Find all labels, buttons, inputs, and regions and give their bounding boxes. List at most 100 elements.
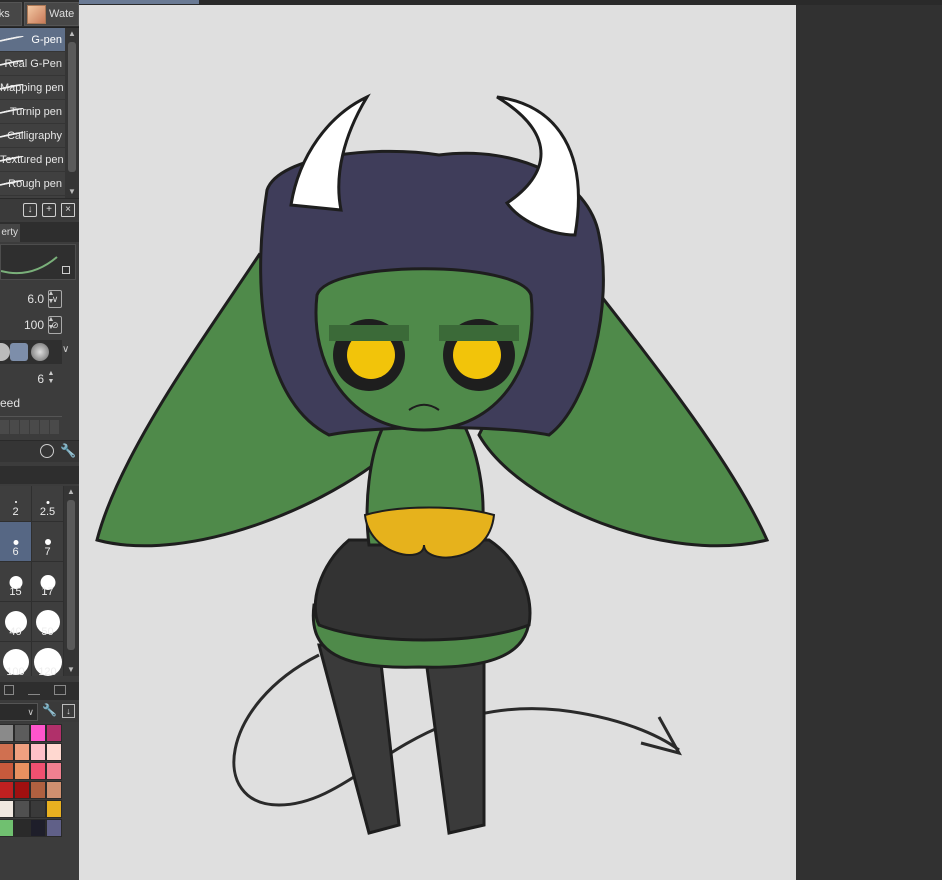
color-swatch[interactable] (0, 800, 14, 818)
brush-size-cell[interactable]: 6 (0, 522, 32, 562)
brush-tip-shapes (0, 340, 62, 364)
color-swatch[interactable] (30, 724, 46, 742)
tip-blur-icon[interactable] (31, 343, 49, 361)
color-swatch[interactable] (30, 819, 46, 837)
brush-size-value[interactable]: 6.0 (27, 292, 44, 306)
brush-size-label: 2.5 (39, 506, 56, 518)
color-swatch[interactable] (30, 781, 46, 799)
brush-item-real-g-pen[interactable]: Real G-Pen (0, 52, 65, 76)
brush-size-label: 2 (12, 506, 19, 518)
pressure-toggle-icon[interactable]: ∨ (48, 290, 62, 308)
opacity-row: 100 ▲ ▼ ⊘ (0, 314, 79, 336)
tab-watercolor[interactable]: Wate (24, 2, 79, 26)
wrench-icon[interactable]: 🔧 (42, 703, 57, 717)
color-swatch[interactable] (14, 781, 30, 799)
chevron-up-icon[interactable]: ▲ (64, 486, 78, 498)
tab-tool-property-label: erty (1, 227, 18, 238)
mountain-icon[interactable] (28, 685, 40, 695)
brush-item-mapping-pen[interactable]: Mapping pen (0, 76, 65, 100)
brush-size-label: 50 (41, 626, 54, 638)
color-swatch[interactable] (30, 762, 46, 780)
brush-size-label: 100 (6, 666, 25, 676)
sub-tool-list: G-pen Real G-Pen Mapping pen Turnip pen … (0, 28, 65, 198)
import-icon[interactable]: ↓ (23, 203, 37, 217)
tip-soft-selected-icon[interactable] (10, 343, 28, 361)
wrench-icon[interactable]: 🔧 (60, 443, 76, 459)
color-swatch[interactable] (14, 800, 30, 818)
color-swatch[interactable] (0, 781, 14, 799)
color-swatch[interactable] (0, 819, 14, 837)
chevron-down-icon[interactable]: ▼ (65, 186, 79, 198)
color-swatch[interactable] (46, 800, 62, 818)
color-swatch[interactable] (0, 724, 14, 742)
tab-tool-property[interactable]: erty (0, 224, 20, 242)
color-swatch[interactable] (46, 762, 62, 780)
chevron-down-icon[interactable]: ▼ (64, 664, 78, 676)
brush-size-cell[interactable]: 15 (0, 562, 32, 602)
color-swatch[interactable] (46, 743, 62, 761)
left-panel: arks Wate G-pen Real G-Pen Mapping pen T… (0, 0, 79, 880)
chevron-up-icon[interactable]: ▲ (65, 28, 79, 40)
color-swatch[interactable] (14, 762, 30, 780)
watercolor-tab-icon (27, 5, 46, 24)
brush-size-cell[interactable]: 120 (32, 642, 64, 676)
brush-size-label: 7 (44, 546, 51, 558)
brush-size-cell[interactable]: 100 (0, 642, 32, 676)
brush-item-label: G-pen (31, 34, 62, 46)
tool-property-footer: 🔧 (0, 440, 79, 462)
tip-hard-icon[interactable] (0, 343, 10, 361)
brush-size-dot-icon (44, 539, 51, 545)
color-set-dropdown[interactable]: ∨ (0, 703, 38, 721)
chevron-down-icon[interactable]: ∨ (62, 344, 69, 355)
stabilization-row: 6 ▲ ▼ (0, 368, 79, 390)
brush-stroke-preview (0, 244, 76, 280)
import-icon[interactable]: ↓ (62, 704, 75, 718)
opacity-toggle-icon[interactable]: ⊘ (48, 316, 62, 334)
brush-size-dot-icon (13, 539, 18, 545)
scroll-thumb[interactable] (67, 500, 75, 650)
tab-bookmarks[interactable]: arks (0, 2, 22, 26)
brush-item-rough-pen[interactable]: Rough pen (0, 172, 65, 196)
brush-size-cell[interactable]: 7 (32, 522, 64, 562)
layers-icon[interactable] (54, 685, 66, 695)
color-swatch[interactable] (30, 800, 46, 818)
brush-size-cell[interactable]: 2 (0, 486, 32, 522)
sub-tool-actions: ↓ + × (0, 198, 79, 220)
lock-icon[interactable] (62, 266, 70, 274)
active-document-tab[interactable] (79, 0, 199, 4)
color-swatch[interactable] (14, 724, 30, 742)
brush-item-textured-pen[interactable]: Textured pen (0, 148, 65, 172)
color-swatch[interactable] (46, 819, 62, 837)
brush-size-cell[interactable]: 17 (32, 562, 64, 602)
drawing-canvas[interactable] (79, 5, 796, 880)
tool-property-header: erty (0, 222, 79, 242)
tab-watercolor-label: Wate (49, 8, 75, 20)
color-swatch[interactable] (14, 819, 30, 837)
brush-item-calligraphy[interactable]: Calligraphy (0, 124, 65, 148)
scroll-thumb[interactable] (68, 42, 76, 172)
stabilization-value[interactable]: 6 (37, 372, 44, 386)
color-swatch[interactable] (0, 743, 14, 761)
brush-size-cell[interactable]: 2.5 (32, 486, 64, 522)
brush-item-g-pen[interactable]: G-pen (0, 28, 65, 52)
speed-label: eed (0, 396, 21, 410)
sub-tool-scrollbar[interactable]: ▲ ▼ (65, 28, 79, 198)
speed-segments[interactable] (0, 416, 62, 436)
brush-size-cell[interactable]: 50 (32, 602, 64, 642)
color-swatch[interactable] (30, 743, 46, 761)
color-swatch[interactable] (14, 743, 30, 761)
brush-item-turnip-pen[interactable]: Turnip pen (0, 100, 65, 124)
color-swatch[interactable] (46, 724, 62, 742)
stabilization-stepper[interactable]: ▲ ▼ (46, 370, 56, 388)
brush-size-cell[interactable]: 40 (0, 602, 32, 642)
brush-size-scrollbar[interactable]: ▲ ▼ (64, 486, 79, 676)
color-swatch[interactable] (0, 762, 14, 780)
palette-tab-icon[interactable] (4, 685, 14, 695)
color-swatch[interactable] (46, 781, 62, 799)
opacity-value[interactable]: 100 (24, 318, 44, 332)
stroke-preview-icon (0, 256, 58, 275)
clock-icon[interactable] (40, 444, 54, 458)
duplicate-icon[interactable]: + (42, 203, 56, 217)
trash-icon[interactable]: × (61, 203, 75, 217)
character-illustration (95, 93, 770, 835)
